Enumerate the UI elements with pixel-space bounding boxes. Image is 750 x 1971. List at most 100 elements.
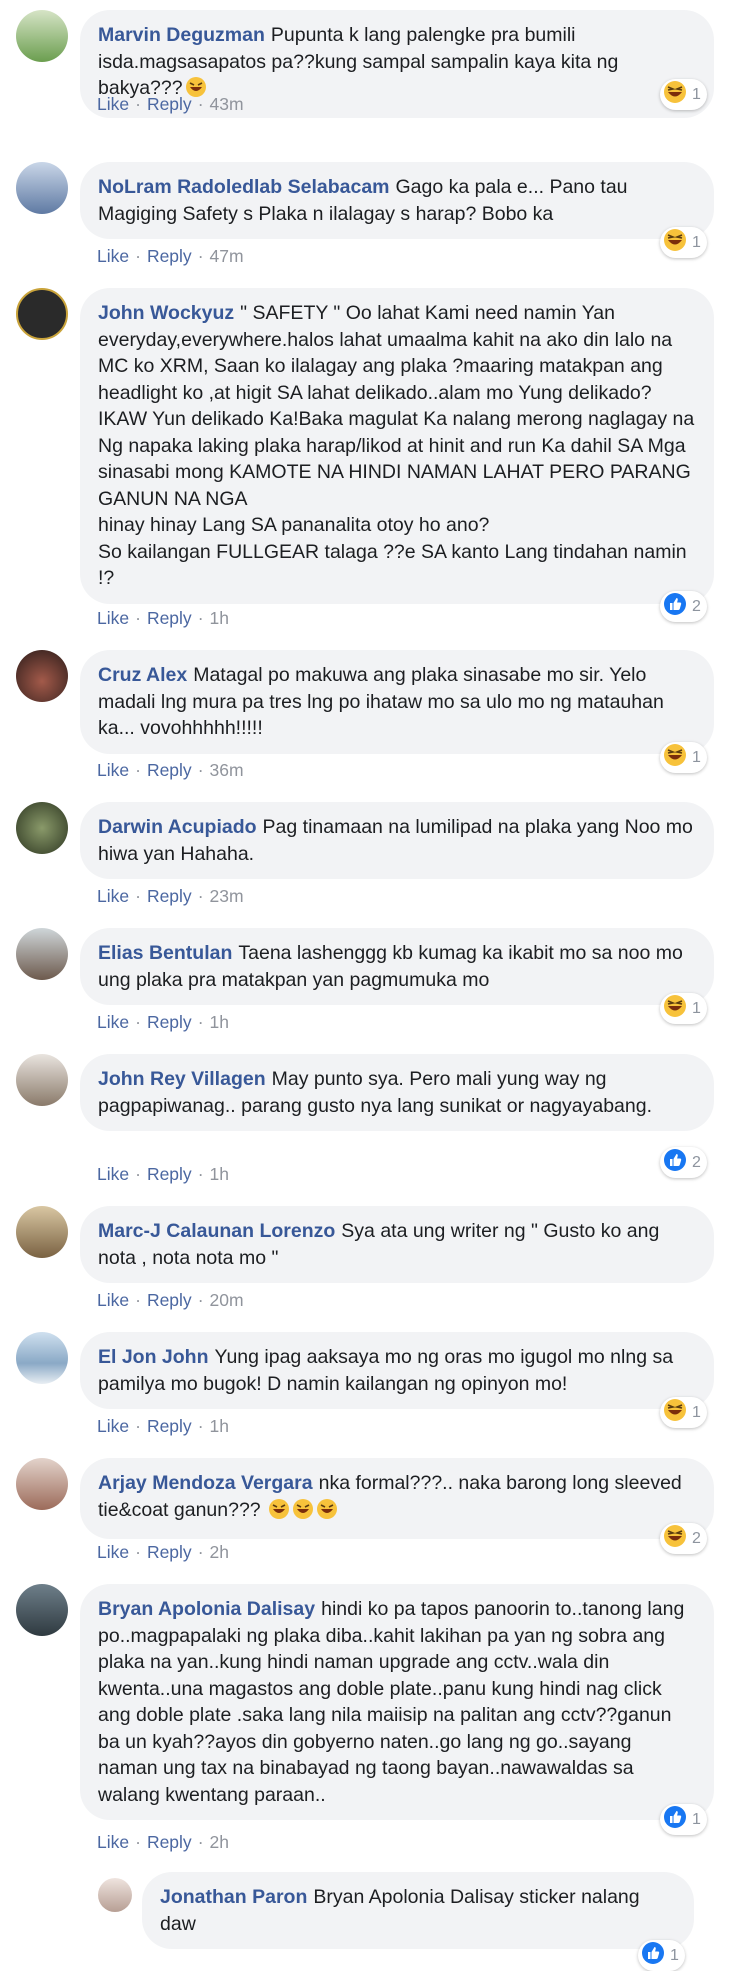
comment-time[interactable]: 1h	[210, 1164, 229, 1184]
reaction-summary[interactable]: 1	[660, 742, 707, 773]
comment-author[interactable]: Arjay Mendoza Vergara	[98, 1472, 313, 1494]
avatar[interactable]	[16, 928, 68, 980]
reply-link[interactable]: Reply	[147, 608, 192, 628]
reaction-summary[interactable]: 1	[660, 993, 707, 1024]
comment-bubble: Elias Bentulan Taena lashenggg kb kumag k…	[80, 928, 714, 1005]
comment-bubble: Bryan Apolonia Dalisay hindi ko pa tapos …	[80, 1584, 714, 1820]
comment-time[interactable]: 20m	[210, 1290, 244, 1310]
avatar[interactable]	[16, 288, 68, 340]
like-link[interactable]: Like	[97, 608, 129, 628]
like-link[interactable]: Like	[97, 94, 129, 114]
comment-time[interactable]: 2h	[210, 1832, 229, 1852]
comment-actions: Like · Reply · 1h	[97, 1416, 229, 1436]
reply-link[interactable]: Reply	[147, 246, 192, 266]
comment-author[interactable]: NoLram Radoledlab Selabacam	[98, 176, 390, 198]
reaction-summary[interactable]: 2	[660, 1523, 707, 1554]
comment-time[interactable]: 36m	[210, 760, 244, 780]
reaction-summary[interactable]: 2	[660, 1147, 707, 1178]
avatar[interactable]	[16, 1584, 68, 1636]
like-link[interactable]: Like	[97, 886, 129, 906]
reply-link[interactable]: Reply	[147, 1164, 192, 1184]
reaction-summary[interactable]: 1	[660, 1397, 707, 1428]
comment-time[interactable]: 1h	[210, 608, 229, 628]
comment-author[interactable]: Elias Bentulan	[98, 942, 232, 964]
avatar[interactable]	[16, 1332, 68, 1384]
like-link[interactable]: Like	[97, 760, 129, 780]
laughing-emoji-icon	[292, 1498, 314, 1528]
like-link[interactable]: Like	[97, 1290, 129, 1310]
reply-link[interactable]: Reply	[147, 94, 192, 114]
like-link[interactable]: Like	[97, 1832, 129, 1852]
reaction-summary[interactable]: 2	[660, 591, 707, 622]
comment-actions: Like · Reply · 20m	[97, 1290, 244, 1310]
avatar[interactable]	[16, 1054, 68, 1106]
like-link[interactable]: Like	[97, 1164, 129, 1184]
like-link[interactable]: Like	[97, 1416, 129, 1436]
avatar[interactable]	[16, 1458, 68, 1510]
comment-time[interactable]: 1h	[210, 1416, 229, 1436]
comment-author[interactable]: Bryan Apolonia Dalisay	[98, 1598, 315, 1620]
reply-link[interactable]: Reply	[147, 1012, 192, 1032]
like-icon	[663, 1805, 687, 1834]
haha-icon	[663, 994, 687, 1023]
comment-time[interactable]: 47m	[210, 246, 244, 266]
comment-author[interactable]: John Rey Villagen	[98, 1068, 266, 1090]
comment-actions: Like · Reply · 23m	[97, 886, 244, 906]
comment-bubble: Marc-J Calaunan Lorenzo Sya ata ung write…	[80, 1206, 714, 1283]
reaction-count: 1	[692, 1810, 701, 1828]
haha-icon	[663, 743, 687, 772]
comment-thread: Marvin Deguzman Pupunta k lang palengke p…	[0, 0, 750, 1971]
avatar[interactable]	[16, 802, 68, 854]
reply-link[interactable]: Reply	[147, 886, 192, 906]
like-link[interactable]: Like	[97, 1012, 129, 1032]
like-icon	[663, 592, 687, 621]
comment-author[interactable]: Darwin Acupiado	[98, 816, 257, 838]
comment-author[interactable]: Marc-J Calaunan Lorenzo	[98, 1220, 335, 1242]
comment-time[interactable]: 43m	[210, 94, 244, 114]
reaction-count: 1	[692, 748, 701, 766]
comment-bubble: Arjay Mendoza Vergara nka formal???.. nak…	[80, 1458, 714, 1539]
haha-icon	[663, 1398, 687, 1427]
comment-author[interactable]: Jonathan Paron	[160, 1886, 307, 1908]
avatar[interactable]	[98, 1878, 132, 1912]
laughing-emoji-icon	[316, 1498, 338, 1528]
comment-bubble: Cruz Alex Matagal po makuwa ang plaka sin…	[80, 650, 714, 754]
comment-text: hindi ko pa tapos panoorin to..tanong la…	[98, 1598, 690, 1806]
comment-time[interactable]: 23m	[210, 886, 244, 906]
comment-bubble: John Wockyuz " SAFETY " Oo lahat Kami nee…	[80, 288, 714, 604]
avatar[interactable]	[16, 10, 68, 62]
comment-actions: Like · Reply · 43m	[97, 94, 244, 114]
reply-link[interactable]: Reply	[147, 1290, 192, 1310]
comment-author[interactable]: John Wockyuz	[98, 302, 234, 324]
reaction-count: 1	[692, 85, 701, 103]
reply-link[interactable]: Reply	[147, 1832, 192, 1852]
comment-time[interactable]: 1h	[210, 1012, 229, 1032]
reaction-summary[interactable]: 1	[660, 227, 707, 258]
avatar[interactable]	[16, 162, 68, 214]
comment-author[interactable]: Marvin Deguzman	[98, 24, 265, 46]
reaction-summary[interactable]: 1	[660, 1804, 707, 1835]
reaction-count: 1	[692, 999, 701, 1017]
comment-time[interactable]: 2h	[210, 1542, 229, 1562]
haha-icon	[663, 228, 687, 257]
reply-link[interactable]: Reply	[147, 760, 192, 780]
comment-bubble: Darwin Acupiado Pag tinamaan na lumilipad…	[80, 802, 714, 879]
comment-actions: Like · Reply · 1h	[97, 1012, 229, 1032]
comment-actions: Like · Reply · 1h	[97, 608, 229, 628]
comment-author[interactable]: Cruz Alex	[98, 664, 187, 686]
reaction-summary[interactable]: 1	[660, 79, 707, 110]
avatar[interactable]	[16, 1206, 68, 1258]
reaction-count: 1	[692, 233, 701, 251]
comment-text: " SAFETY " Oo lahat Kami need namin Yan …	[98, 302, 695, 589]
comment-author[interactable]: El Jon John	[98, 1346, 209, 1368]
comment-bubble: El Jon John Yung ipag aaksaya mo ng oras …	[80, 1332, 714, 1409]
reaction-count: 2	[692, 1529, 701, 1547]
reply-link[interactable]: Reply	[147, 1416, 192, 1436]
reply-link[interactable]: Reply	[147, 1542, 192, 1562]
like-icon	[663, 1148, 687, 1177]
avatar[interactable]	[16, 650, 68, 702]
comment-actions: Like · Reply · 36m	[97, 760, 244, 780]
like-link[interactable]: Like	[97, 1542, 129, 1562]
like-link[interactable]: Like	[97, 246, 129, 266]
laughing-emoji-icon	[268, 1498, 290, 1528]
